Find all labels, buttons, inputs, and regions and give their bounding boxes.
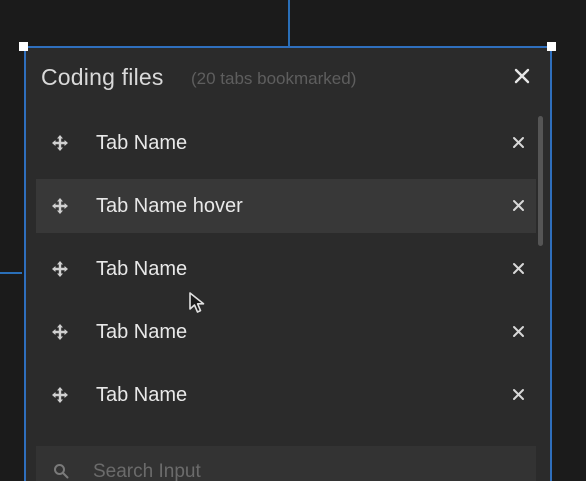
list-item-label: Tab Name: [96, 258, 188, 280]
close-icon[interactable]: [511, 324, 526, 339]
panel-title: Coding files: [41, 64, 164, 90]
panel-subtitle: (20 tabs bookmarked): [191, 69, 357, 88]
drag-handle-icon[interactable]: [51, 386, 69, 404]
canvas: Coding files (20 tabs bookmarked) Tab Na…: [0, 0, 586, 481]
list-item-label: Tab Name: [96, 384, 188, 406]
resize-handle-top-right[interactable]: [547, 42, 556, 51]
close-icon[interactable]: [511, 261, 526, 276]
list-item-label: Tab Name hover: [96, 195, 243, 217]
search-icon: [53, 463, 69, 479]
panel-header: Coding files (20 tabs bookmarked): [26, 48, 550, 110]
close-icon[interactable]: [511, 387, 526, 402]
tab-list: Tab Name Tab Name hover Tab Name Tab Nam…: [36, 116, 536, 436]
bookmarks-panel: Coding files (20 tabs bookmarked) Tab Na…: [24, 46, 552, 481]
drag-handle-icon[interactable]: [51, 197, 69, 215]
list-item-label: Tab Name: [96, 132, 188, 154]
close-icon[interactable]: [511, 135, 526, 150]
drag-handle-icon[interactable]: [51, 323, 69, 341]
search-input[interactable]: [91, 454, 515, 481]
close-icon[interactable]: [512, 66, 532, 86]
resize-handle-top-left[interactable]: [19, 42, 28, 51]
mouse-cursor-icon: [188, 291, 208, 315]
close-icon[interactable]: [511, 198, 526, 213]
search-bar: [36, 446, 536, 481]
vertical-guide-line: [288, 0, 290, 46]
list-item[interactable]: Tab Name: [36, 242, 536, 296]
list-item[interactable]: Tab Name: [36, 368, 536, 422]
horizontal-guide-line: [0, 272, 22, 274]
list-item[interactable]: Tab Name: [36, 305, 536, 359]
list-item[interactable]: Tab Name: [36, 116, 536, 170]
drag-handle-icon[interactable]: [51, 134, 69, 152]
list-item[interactable]: Tab Name hover: [36, 179, 536, 233]
drag-handle-icon[interactable]: [51, 260, 69, 278]
list-item-label: Tab Name: [96, 321, 188, 343]
list-scrollbar[interactable]: [538, 116, 543, 246]
